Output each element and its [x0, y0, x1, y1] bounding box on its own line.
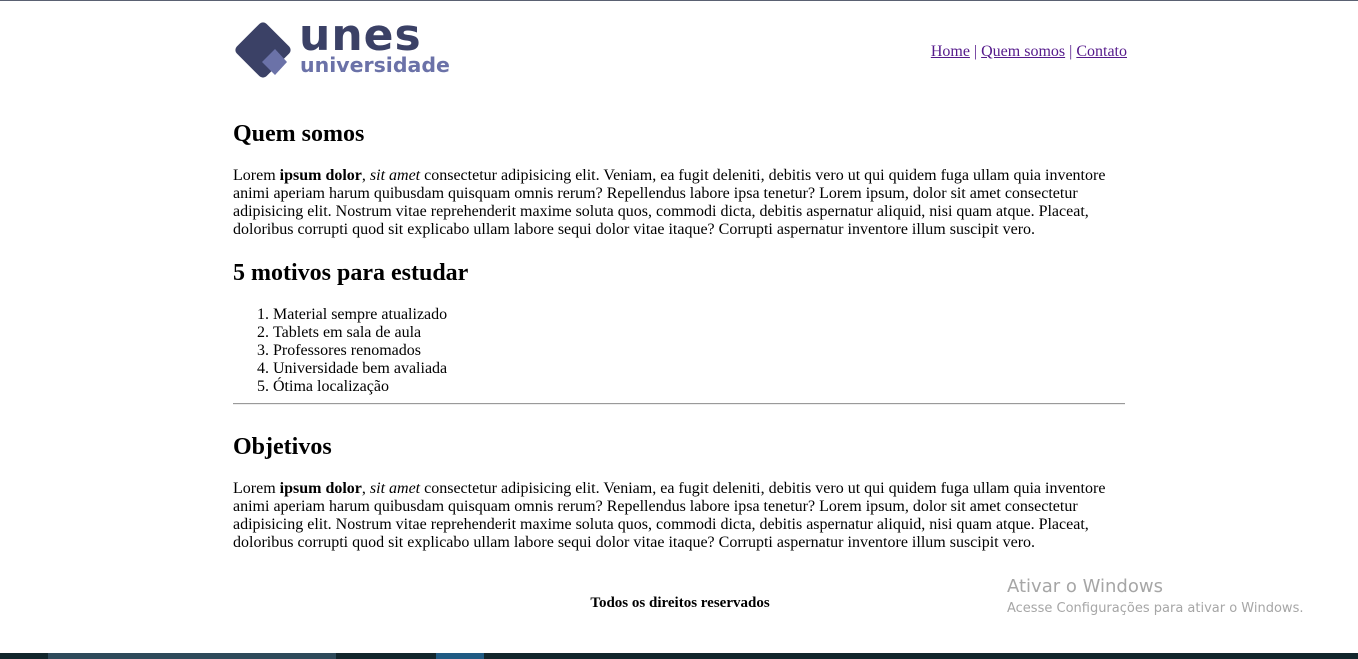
taskbar-search-box[interactable]: [48, 653, 336, 659]
list-item: Ótima localização: [273, 378, 447, 396]
text-italic: sit amet: [369, 480, 421, 497]
logo-wordmark-universidade: universidade: [300, 53, 450, 77]
watermark-title: Ativar o Windows: [1007, 576, 1163, 597]
motivos-list: Material sempre atualizado Tablets em sa…: [233, 306, 447, 396]
watermark-subtitle: Acesse Configurações para ativar o Windo…: [1007, 601, 1304, 616]
nav-link-quem-somos[interactable]: Quem somos: [981, 43, 1065, 60]
diamond-logo-icon: [235, 22, 291, 78]
windows-activation-watermark: Ativar o Windows Acesse Configurações pa…: [1007, 576, 1303, 618]
text-segment: Lorem: [233, 167, 280, 184]
windows-taskbar[interactable]: [0, 653, 1358, 659]
nav-link-home[interactable]: Home: [931, 43, 970, 60]
section-text-objetivos: Lorem ipsum dolor, sit amet consectetur …: [233, 480, 1127, 552]
logo-wordmark-unes: unes: [299, 10, 422, 61]
list-item: Material sempre atualizado: [273, 306, 447, 324]
list-item: Tablets em sala de aula: [273, 324, 447, 342]
page-container: unes universidade Home | Quem somos | Co…: [233, 0, 1127, 611]
text-segment: ,: [361, 167, 370, 184]
section-title-objetivos: Objetivos: [233, 434, 332, 460]
section-title-quem-somos: Quem somos: [233, 121, 365, 147]
list-item: Professores renomados: [273, 342, 447, 360]
main-nav: Home | Quem somos | Contato: [931, 43, 1127, 61]
text-bold: ipsum dolor: [279, 167, 362, 184]
nav-separator: |: [973, 43, 978, 60]
section-text-quem-somos: Lorem ipsum dolor, sit amet consectetur …: [233, 167, 1127, 239]
text-segment: ,: [361, 480, 370, 497]
nav-separator: |: [1069, 43, 1073, 60]
section-divider: [233, 403, 1125, 405]
unes-logo[interactable]: unes universidade: [233, 14, 450, 80]
text-segment: Lorem: [233, 480, 280, 497]
section-title-motivos: 5 motivos para estudar: [233, 260, 469, 286]
site-header: unes universidade Home | Quem somos | Co…: [233, 0, 1127, 100]
text-italic: sit amet: [369, 167, 421, 184]
nav-link-contato[interactable]: Contato: [1076, 43, 1127, 60]
text-bold: ipsum dolor: [279, 480, 362, 497]
taskbar-active-app[interactable]: [436, 653, 484, 659]
list-item: Universidade bem avaliada: [273, 360, 447, 378]
site-footer: Todos os direitos reservados: [590, 595, 770, 611]
